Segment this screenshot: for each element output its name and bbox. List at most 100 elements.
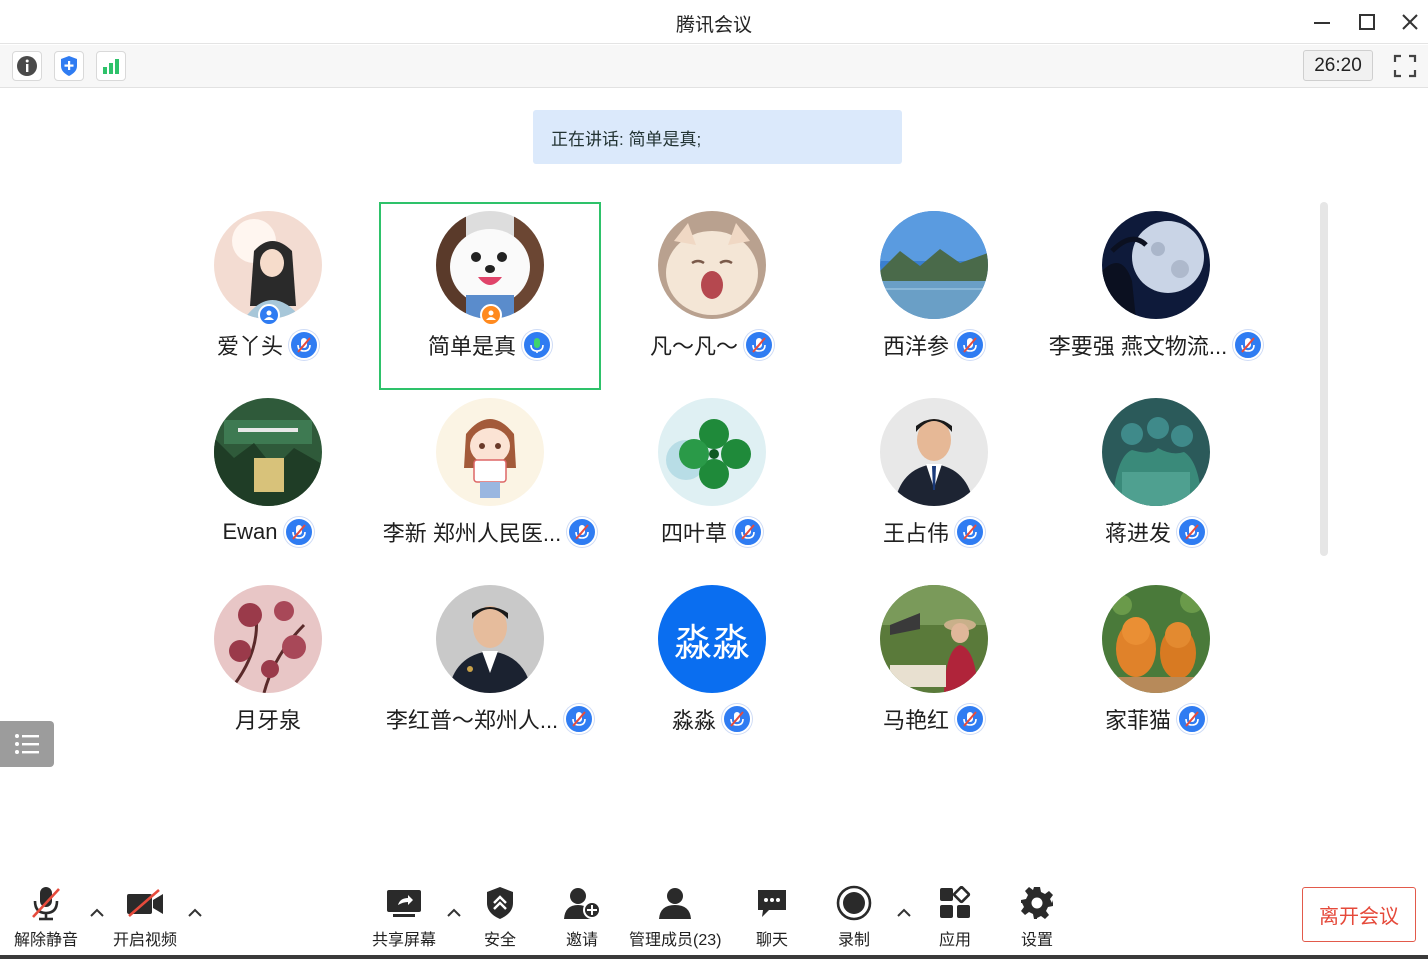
record-button[interactable]: 录制 [836,884,872,950]
participant-tile[interactable]: 淼淼 淼淼 [601,574,823,761]
video-options-caret[interactable] [187,906,203,918]
participant-tile[interactable]: 王占伟 [823,387,1045,574]
avatar [658,398,766,506]
participant-tile[interactable]: 李红普～郑州人... [379,574,601,761]
apps-icon [940,886,971,918]
record-options-caret[interactable] [896,906,912,918]
mic-muted-icon [564,704,595,734]
maximize-button[interactable] [1352,8,1382,36]
person-icon [486,310,496,320]
avatar [214,585,322,693]
avatar [880,398,988,506]
fullscreen-icon [1393,54,1417,78]
active-speaker-banner: 正在讲话: 简单是真; [533,110,902,164]
chevron-up-icon [447,908,461,917]
mic-muted-icon [955,704,985,734]
mic-muted-icon [283,517,314,547]
security-button[interactable]: 安全 [484,884,516,950]
host-badge [258,304,280,326]
avatar [1102,398,1210,506]
avatar [1102,585,1210,693]
avatar [214,211,322,319]
start-video-label: 开启视频 [113,932,178,949]
cohost-badge [480,304,502,326]
start-video-button[interactable]: 开启视频 [113,884,177,950]
leave-meeting-button[interactable]: 离开会议 [1302,887,1416,942]
share-screen-label: 共享屏幕 [372,932,437,949]
settings-button[interactable]: 设置 [1020,884,1054,950]
maximize-icon [1359,14,1375,30]
participant-name: 家菲猫 [1104,708,1171,733]
chevron-up-icon [188,908,202,917]
bottom-control-bar: 解除静音 开启视频 共享屏幕 安全 邀请 管理成员(23) 聊天 录制 应用 设… [0,870,1428,959]
chat-label: 聊天 [755,932,788,949]
chat-icon [758,890,786,917]
avatar [880,211,988,319]
participant-name: 四叶草 [660,521,727,546]
record-label: 录制 [837,932,870,949]
mic-muted-icon [744,330,774,360]
mic-muted-icon [1177,704,1207,734]
window-title: 腾讯会议 [675,15,752,36]
participant-tile[interactable]: 马艳红 [823,574,1045,761]
participant-tile[interactable]: 爱丫头 [157,200,379,387]
video-off-icon [127,889,163,917]
participant-tile[interactable]: 四叶草 [601,387,823,574]
mic-muted-icon [955,330,985,360]
participant-scrollbar[interactable] [1320,202,1328,556]
mic-muted-icon [733,517,763,547]
close-icon [1402,14,1418,30]
participant-tile[interactable]: Ewan [157,387,379,574]
participant-tile[interactable]: 月牙泉 [157,574,379,761]
share-options-caret[interactable] [446,906,462,918]
share-screen-button[interactable]: 共享屏幕 [372,884,436,950]
shield-icon [487,887,513,919]
chevron-up-icon [897,908,911,917]
avatar [436,211,544,319]
title-bar: 腾讯会议 [0,0,1428,44]
participant-tile[interactable]: 蒋进发 [1045,387,1267,574]
chat-button[interactable]: 聊天 [755,884,789,950]
participant-tile-active-speaker[interactable]: 简单是真 [379,202,601,390]
meeting-toolbar: 26:20 [0,45,1428,88]
settings-label: 设置 [1020,932,1053,949]
network-status-button[interactable] [96,51,126,81]
share-screen-icon [387,890,421,917]
participant-name: 淼淼 [671,708,716,733]
text-avatar: 淼淼 [658,585,766,693]
avatar [436,398,544,506]
minimize-icon [1314,22,1330,24]
meeting-timer: 26:20 [1303,50,1373,81]
participant-name: 王占伟 [882,521,949,546]
manage-members-button[interactable]: 管理成员(23) [629,884,721,950]
participant-tile[interactable]: 李新 郑州人民医... [379,387,601,574]
participant-grid: 爱丫头 简单是真 凡～凡～ 西洋参 李要强 燕文物流... Ewan 李新 郑州… [157,200,1267,760]
unmute-button[interactable]: 解除静音 [14,884,78,950]
participant-tile[interactable]: 李要强 燕文物流... [1045,200,1267,387]
security-status-button[interactable] [54,51,84,81]
manage-members-label: 管理成员(23) [629,932,722,949]
participant-tile[interactable]: 西洋参 [823,200,1045,387]
participant-name: 简单是真 [427,334,516,359]
signal-bars-icon [103,59,119,74]
record-icon [836,885,872,921]
member-list-toggle[interactable] [0,721,54,767]
apps-button[interactable]: 应用 [938,884,972,950]
participant-name: 月牙泉 [234,708,301,733]
mic-muted-icon [955,517,985,547]
invite-button[interactable]: 邀请 [563,884,601,950]
participant-tile[interactable]: 家菲猫 [1045,574,1267,761]
mic-talking-icon [522,330,552,360]
participant-name: 李要强 燕文物流... [1048,334,1228,359]
audio-options-caret[interactable] [89,906,105,918]
close-button[interactable] [1395,8,1425,36]
unmute-label: 解除静音 [14,932,79,949]
avatar [1102,211,1210,319]
mic-muted-icon [722,704,752,734]
fullscreen-button[interactable] [1390,51,1420,81]
person-icon [264,310,274,320]
minimize-button[interactable] [1307,8,1337,36]
participant-name: 爱丫头 [216,334,283,359]
meeting-info-button[interactable] [12,51,42,81]
participant-tile[interactable]: 凡～凡～ [601,200,823,387]
